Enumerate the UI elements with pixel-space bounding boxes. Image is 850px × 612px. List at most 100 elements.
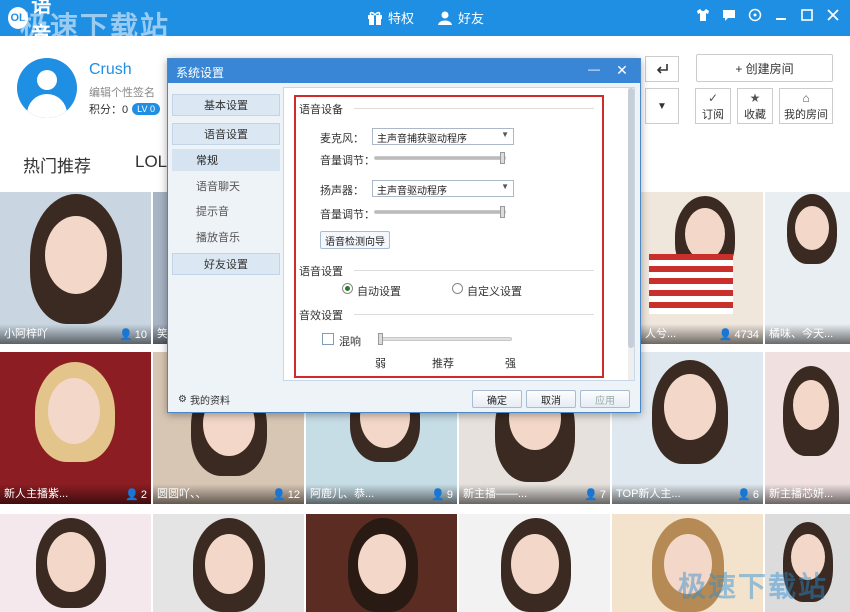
dialog-close-icon[interactable]: ✕ [614, 62, 630, 78]
room-caption: 新主播——... 👤 7 [459, 484, 610, 504]
voice-wizard-button[interactable]: 语音检测向导 [320, 231, 390, 249]
room-caption: TOP新人主... 👤 6 [612, 484, 763, 504]
mic-select[interactable]: 主声音捕获驱动程序 ▼ [372, 128, 514, 145]
room-card[interactable] [0, 514, 151, 612]
striped-shirt [649, 254, 733, 314]
room-card[interactable]: 小阿梓吖 👤 10 [0, 192, 151, 344]
room-name: TOP新人主... [616, 488, 681, 500]
tab-hot[interactable]: 热门推荐 [23, 152, 91, 177]
points-row: 积分：0 LV 0 [89, 101, 160, 117]
signature-edit[interactable]: 编辑个性签名 [89, 84, 155, 100]
my-room-button[interactable]: ⌂ 我的房间 [779, 88, 833, 124]
chevron-down-icon: ▼ [501, 182, 509, 191]
subscribe-button[interactable]: ✓ 订阅 [695, 88, 731, 124]
settings-content: 语音设备 麦克风： 主声音捕获驱动程序 ▼ 音量调节： 扬声器： 主声音驱动程序… [283, 87, 635, 381]
nav-alert-sound[interactable]: 提示音 [172, 200, 280, 222]
nav-friend-settings[interactable]: 好友设置 [172, 253, 280, 275]
nav-basic-settings[interactable]: 基本设置 [172, 94, 280, 116]
logo-badge: OL [8, 7, 29, 29]
room-caption: 阿鹿儿、恭... 👤 9 [306, 484, 457, 504]
room-card[interactable] [153, 514, 304, 612]
room-name: 新主播——... [463, 488, 528, 500]
room-name: 圆圆吖、、 [157, 488, 207, 500]
speaker-volume-slider[interactable] [374, 206, 506, 218]
cancel-button[interactable]: 取消 [526, 390, 576, 408]
reverb-knob[interactable] [378, 333, 383, 345]
speaker-select[interactable]: 主声音驱动程序 ▼ [372, 180, 514, 197]
reverb-mark-recommended: 推荐 [432, 358, 454, 370]
mic-volume-slider[interactable] [374, 152, 506, 164]
mic-volume-label: 音量调节： [320, 155, 375, 167]
scrollbar-track[interactable] [628, 88, 634, 380]
privilege-nav[interactable]: 特权 [367, 8, 414, 27]
portrait-face [48, 378, 100, 444]
viewer-count: 👤 7 [584, 488, 606, 502]
gear-icon: ⚙ [178, 394, 187, 405]
gift-icon [368, 11, 382, 25]
close-icon[interactable] [826, 8, 840, 22]
friends-nav[interactable]: 好友 [437, 8, 484, 27]
room-name: 笑 [157, 328, 167, 340]
room-card[interactable]: 新人主播紫... 👤 2 [0, 352, 151, 504]
custom-setting-radio[interactable] [452, 283, 463, 294]
room-name: 小阿梓吖 [4, 328, 48, 340]
room-card[interactable]: 人兮... 👤 4734 [641, 192, 763, 344]
speaker-select-value: 主声音驱动程序 [377, 186, 447, 197]
reverb-slider[interactable] [378, 333, 512, 345]
room-card[interactable]: 橘味、今天... [765, 192, 850, 344]
room-caption: 人兮... 👤 4734 [641, 324, 763, 344]
maximize-icon[interactable] [800, 8, 814, 22]
my-profile-link[interactable]: ⚙ 我的资料 [178, 392, 230, 407]
nav-voice-settings[interactable]: 语音设置 [172, 123, 280, 145]
nav-play-music[interactable]: 播放音乐 [172, 226, 280, 248]
dialog-minimize-icon[interactable]: — [586, 62, 602, 78]
speaker-volume-knob[interactable] [500, 206, 505, 218]
auto-setting-radio[interactable] [342, 283, 353, 294]
mic-volume-knob[interactable] [500, 152, 505, 164]
viewer-count: 👤 4734 [718, 328, 759, 342]
apply-button[interactable]: 应用 [580, 390, 630, 408]
room-card[interactable]: 新主播芯妍... [765, 352, 850, 504]
speaker-volume-fill [375, 211, 505, 213]
privilege-label: 特权 [388, 11, 415, 26]
divider [354, 270, 594, 271]
ok-button[interactable]: 确定 [472, 390, 522, 408]
avatar[interactable] [17, 58, 77, 118]
portrait-face [793, 380, 829, 430]
viewer-count-value: 4734 [734, 328, 759, 341]
room-card[interactable] [612, 514, 763, 612]
username[interactable]: Crush [89, 61, 132, 79]
enter-room-button[interactable] [645, 56, 679, 82]
avatar-head-shape [37, 70, 57, 90]
nav-voice-chat[interactable]: 语音聊天 [172, 175, 280, 197]
room-caption: 小阿梓吖 👤 10 [0, 324, 151, 344]
shirt-icon[interactable] [696, 8, 710, 22]
settings-circle-icon[interactable] [748, 8, 762, 22]
create-room-button[interactable]: + 创建房间 [696, 54, 833, 82]
app-logo: OL 语音 [8, 0, 68, 46]
user-icon [438, 11, 452, 25]
scrollbar-thumb[interactable] [628, 88, 634, 348]
room-card[interactable] [765, 514, 850, 612]
room-card[interactable] [459, 514, 610, 612]
reverb-checkbox[interactable] [322, 333, 334, 345]
chevron-down-icon: ▼ [501, 130, 509, 139]
dropdown-button[interactable]: ▼ [645, 88, 679, 124]
nav-general[interactable]: 常规 [172, 149, 280, 171]
message-icon[interactable] [722, 8, 736, 22]
tab-lol[interactable]: LOL [135, 152, 167, 172]
minimize-icon[interactable] [774, 8, 788, 22]
room-card[interactable]: 笑 [153, 192, 167, 344]
check-icon: ✓ [707, 90, 719, 105]
reverb-mark-weak: 弱 [375, 358, 386, 370]
room-caption: 笑 [153, 324, 167, 344]
portrait-face [664, 534, 712, 594]
portrait-face [795, 206, 829, 250]
favorite-button[interactable]: ★ 收藏 [737, 88, 773, 124]
viewer-count-value: 6 [752, 488, 759, 501]
subscribe-label: 订阅 [702, 108, 724, 121]
room-card[interactable] [306, 514, 457, 612]
favorite-label: 收藏 [744, 108, 766, 121]
viewer-count-value: 7 [599, 488, 606, 501]
home-icon: ⌂ [802, 90, 810, 105]
